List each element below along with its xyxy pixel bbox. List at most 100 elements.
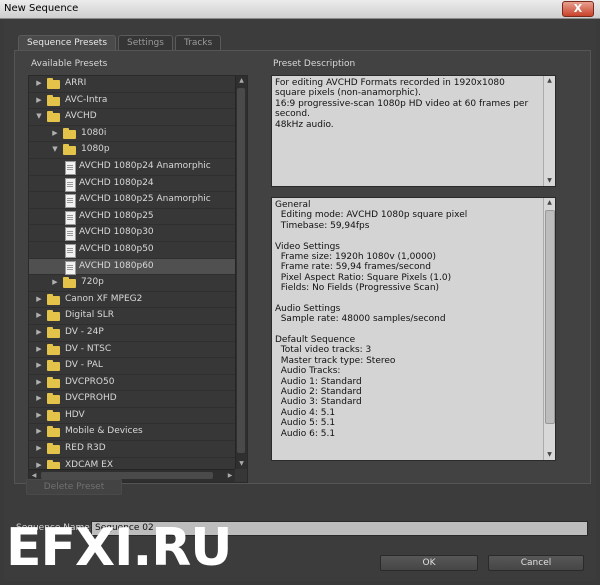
tree-folder-row[interactable]: ▶ DV - NTSC [29,342,235,359]
tab-sequence-presets[interactable]: Sequence Presets [18,35,117,50]
settings-line: General [275,200,311,210]
tab-tracks[interactable]: Tracks [174,35,222,50]
preset-file-icon [65,160,76,175]
expand-right-icon[interactable]: ▶ [35,358,43,374]
watermark-text: EFXI.RU [6,518,233,578]
settings-scroll-thumb[interactable] [545,210,555,424]
expand-right-icon[interactable]: ▶ [51,126,59,142]
expand-right-icon[interactable]: ▶ [35,292,43,308]
tree-item-label: AVCHD 1080p50 [79,243,154,254]
preset-description-text: For editing AVCHD Formats recorded in 19… [275,78,529,130]
expand-right-icon[interactable]: ▶ [35,391,43,407]
scroll-down-icon[interactable]: ▼ [544,450,555,460]
tree-item-label: AVCHD 1080p30 [79,227,154,238]
tree-folder-row[interactable]: ▼ 1080p [29,142,235,159]
tree-preset-row[interactable]: AVCHD 1080p25 [29,209,235,226]
settings-line: Editing mode: AVCHD 1080p square pixel [275,210,468,221]
folder-icon [47,443,60,455]
settings-line: Sample rate: 48000 samples/second [275,314,446,325]
tree-folder-row[interactable]: ▶ DVCPROHD [29,391,235,408]
expand-right-icon[interactable]: ▶ [35,76,43,92]
tree-item-label: HDV [65,409,85,420]
tree-preset-row[interactable]: AVCHD 1080p25 Anamorphic [29,192,235,209]
tree-item-label: Digital SLR [65,310,115,321]
settings-line: Master track type: Stereo [275,355,396,366]
scroll-up-icon[interactable]: ▲ [236,76,247,86]
available-presets-heading: Available Presets [31,59,108,69]
preset-file-icon [65,243,76,258]
expand-down-icon[interactable]: ▼ [35,109,43,125]
tree-preset-row[interactable]: AVCHD 1080p24 Anamorphic [29,159,235,176]
tree-item-label: XDCAM EX [65,459,114,469]
tree-folder-row[interactable]: ▶ 720p [29,275,235,292]
tree-preset-row[interactable]: AVCHD 1080p30 [29,225,235,242]
folder-icon [47,409,60,421]
tree-folder-row[interactable]: ▶ XDCAM EX [29,458,235,469]
tree-hscroll-thumb[interactable] [41,472,213,479]
expand-right-icon[interactable]: ▶ [35,458,43,469]
preset-description-heading: Preset Description [273,59,356,69]
expand-right-icon[interactable]: ▶ [35,408,43,424]
scroll-right-icon[interactable]: ▶ [225,470,235,482]
settings-line: Frame rate: 59,94 frames/second [275,262,431,273]
expand-right-icon[interactable]: ▶ [35,325,43,341]
tree-folder-row[interactable]: ▶ AVC-Intra [29,93,235,110]
cancel-button[interactable]: Cancel [488,555,584,571]
tree-item-label: DVCPROHD [65,393,117,404]
settings-line: Audio 5: 5.1 [275,418,336,429]
tree-folder-row[interactable]: ▶ RED R3D [29,441,235,458]
settings-scrollbar[interactable]: ▲ ▼ [543,198,555,460]
close-button[interactable]: X [562,1,594,17]
expand-right-icon[interactable]: ▶ [35,424,43,440]
tree-folder-row[interactable]: ▶ Digital SLR [29,308,235,325]
tree-scroll-thumb[interactable] [237,88,245,453]
settings-line: Audio 3: Standard [275,397,362,408]
preset-file-icon [65,177,76,192]
tree-preset-row[interactable]: AVCHD 1080p60 [29,258,235,276]
tree-item-label: ARRI [65,78,87,88]
tree-item-label: AVCHD 1080p60 [79,260,154,271]
tree-vertical-scrollbar[interactable]: ▲ ▼ [235,76,247,469]
scroll-down-icon[interactable]: ▼ [236,459,247,469]
settings-line: Audio 1: Standard [275,376,362,387]
tab-strip: Sequence Presets Settings Tracks [18,35,223,50]
scroll-down-icon[interactable]: ▼ [544,176,555,186]
tree-folder-row[interactable]: ▶ 1080i [29,126,235,143]
settings-line: Default Sequence [275,335,356,346]
tree-item-label: 720p [81,277,104,288]
ok-button[interactable]: OK [380,555,478,571]
tree-item-label: AVCHD 1080p24 Anamorphic [79,160,211,171]
tab-settings[interactable]: Settings [118,35,173,50]
tree-preset-row[interactable]: AVCHD 1080p24 [29,176,235,193]
tree-folder-row[interactable]: ▶ DV - 24P [29,325,235,342]
expand-right-icon[interactable]: ▶ [35,342,43,358]
tree-folder-row[interactable]: ▶ Canon XF MPEG2 [29,292,235,309]
settings-line: Audio Tracks: [275,366,341,377]
tree-folder-row[interactable]: ▶ DVCPRO50 [29,375,235,392]
tree-preset-row[interactable]: AVCHD 1080p50 [29,242,235,259]
tree-folder-row[interactable]: ▶ ARRI [29,76,235,93]
scroll-up-icon[interactable]: ▲ [544,76,555,86]
new-sequence-dialog: Sequence Presets Settings Tracks Availab… [4,19,596,581]
tree-folder-row[interactable]: ▶ DV - PAL [29,358,235,375]
expand-right-icon[interactable]: ▶ [35,375,43,391]
settings-line: Pixel Aspect Ratio: Square Pixels (1.0) [275,272,452,283]
tree-item-label: DV - NTSC [65,343,112,354]
description-scrollbar[interactable]: ▲ ▼ [543,76,555,186]
preset-description-box: For editing AVCHD Formats recorded in 19… [271,75,556,187]
delete-preset-button[interactable]: Delete Preset [26,479,122,495]
tree-item-label: 1080i [81,127,107,138]
expand-right-icon[interactable]: ▶ [35,308,43,324]
tree-folder-row[interactable]: ▼ AVCHD [29,109,235,126]
expand-right-icon[interactable]: ▶ [35,441,43,457]
expand-right-icon[interactable]: ▶ [51,275,59,291]
tree-item-label: RED R3D [65,443,106,454]
expand-right-icon[interactable]: ▶ [35,93,43,109]
tree-item-label: AVC-Intra [65,94,108,105]
tree-folder-row[interactable]: ▶ HDV [29,408,235,425]
tree-item-label: DV - 24P [65,326,104,337]
scroll-up-icon[interactable]: ▲ [544,198,555,208]
tree-item-label: DV - PAL [65,360,103,371]
tree-folder-row[interactable]: ▶ Mobile & Devices [29,424,235,442]
expand-down-icon[interactable]: ▼ [51,142,59,158]
